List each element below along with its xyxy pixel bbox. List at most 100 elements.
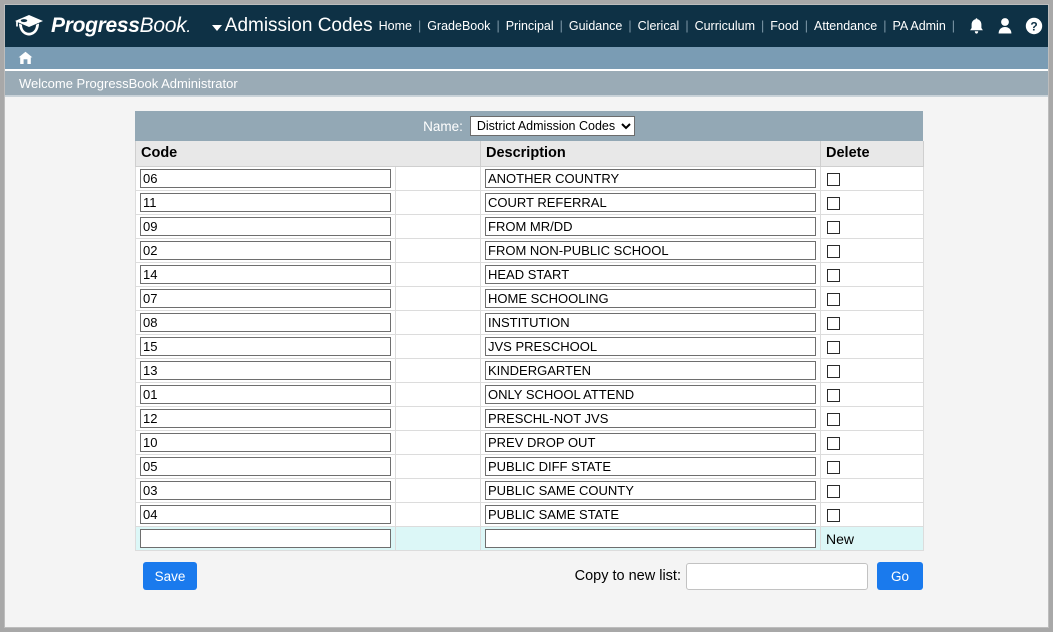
code-input[interactable] xyxy=(140,481,391,500)
admission-codes-table: Code Description Delete New xyxy=(135,141,924,551)
delete-checkbox[interactable] xyxy=(827,197,840,210)
nav-item-gradebook[interactable]: GradeBook xyxy=(421,19,496,33)
cell-delete xyxy=(820,382,924,407)
cell-delete xyxy=(820,334,924,359)
description-input[interactable] xyxy=(485,361,816,380)
nav-item-pa-admin[interactable]: PA Admin xyxy=(887,19,952,33)
delete-checkbox[interactable] xyxy=(827,389,840,402)
code-input[interactable] xyxy=(140,265,391,284)
table-row xyxy=(135,358,924,383)
nav-item-attendance[interactable]: Attendance xyxy=(808,19,883,33)
code-input[interactable] xyxy=(140,385,391,404)
cell-code xyxy=(135,190,396,215)
description-input[interactable] xyxy=(485,433,816,452)
description-input[interactable] xyxy=(485,193,816,212)
cell-spacer xyxy=(395,406,481,431)
cell-description xyxy=(480,334,821,359)
delete-checkbox[interactable] xyxy=(827,413,840,426)
name-select[interactable]: District Admission Codes xyxy=(469,116,635,136)
delete-checkbox[interactable] xyxy=(827,485,840,498)
delete-checkbox[interactable] xyxy=(827,437,840,450)
description-input[interactable] xyxy=(485,505,816,524)
delete-checkbox[interactable] xyxy=(827,293,840,306)
column-header-code: Code xyxy=(135,141,481,167)
cell-spacer xyxy=(395,478,481,503)
delete-checkbox[interactable] xyxy=(827,317,840,330)
brand[interactable]: ProgressBook. xyxy=(14,13,191,40)
nav-item-clerical[interactable]: Clerical xyxy=(632,19,686,33)
code-input[interactable] xyxy=(140,337,391,356)
description-input[interactable] xyxy=(485,169,816,188)
column-header-description: Description xyxy=(480,141,821,167)
delete-checkbox[interactable] xyxy=(827,461,840,474)
bell-icon[interactable] xyxy=(968,17,985,35)
cell-delete xyxy=(820,286,924,311)
delete-checkbox[interactable] xyxy=(827,341,840,354)
brand-wordmark: ProgressBook. xyxy=(51,14,191,38)
table-row xyxy=(135,454,924,479)
table-row xyxy=(135,382,924,407)
cell-delete xyxy=(820,406,924,431)
code-input[interactable] xyxy=(140,193,391,212)
description-input[interactable] xyxy=(485,385,816,404)
cell-code xyxy=(135,406,396,431)
cell-description xyxy=(480,190,821,215)
delete-checkbox[interactable] xyxy=(827,245,840,258)
new-description-input[interactable] xyxy=(485,529,816,548)
save-button[interactable]: Save xyxy=(143,562,197,590)
go-button[interactable]: Go xyxy=(877,562,923,590)
code-input[interactable] xyxy=(140,313,391,332)
delete-checkbox[interactable] xyxy=(827,509,840,522)
description-input[interactable] xyxy=(485,457,816,476)
module-title-menu[interactable]: Admission Codes xyxy=(211,15,373,37)
cell-description xyxy=(480,502,821,527)
user-icon[interactable] xyxy=(997,17,1013,35)
cell-code xyxy=(135,382,396,407)
cell-spacer xyxy=(395,334,481,359)
delete-checkbox[interactable] xyxy=(827,365,840,378)
nav-item-food[interactable]: Food xyxy=(764,19,805,33)
main-nav-menu: Home | GradeBook | Principal | Guidance … xyxy=(373,19,955,33)
home-icon[interactable] xyxy=(18,51,33,65)
delete-checkbox[interactable] xyxy=(827,221,840,234)
cell-code xyxy=(135,502,396,527)
description-input[interactable] xyxy=(485,481,816,500)
description-input[interactable] xyxy=(485,265,816,284)
description-input[interactable] xyxy=(485,241,816,260)
cell-spacer xyxy=(395,382,481,407)
code-input[interactable] xyxy=(140,433,391,452)
cell-description xyxy=(480,454,821,479)
code-input[interactable] xyxy=(140,409,391,428)
cell-description xyxy=(480,526,821,551)
nav-item-home[interactable]: Home xyxy=(373,19,418,33)
delete-checkbox[interactable] xyxy=(827,269,840,282)
nav-item-curriculum[interactable]: Curriculum xyxy=(689,19,761,33)
code-input[interactable] xyxy=(140,361,391,380)
description-input[interactable] xyxy=(485,313,816,332)
help-icon[interactable]: ? xyxy=(1025,17,1043,35)
cell-description xyxy=(480,478,821,503)
nav-item-guidance[interactable]: Guidance xyxy=(563,19,629,33)
description-input[interactable] xyxy=(485,337,816,356)
cell-description xyxy=(480,358,821,383)
code-input[interactable] xyxy=(140,505,391,524)
description-input[interactable] xyxy=(485,289,816,308)
caret-down-icon[interactable] xyxy=(211,24,222,31)
cell-delete xyxy=(820,166,924,191)
code-input[interactable] xyxy=(140,241,391,260)
description-input[interactable] xyxy=(485,409,816,428)
new-code-input[interactable] xyxy=(140,529,391,548)
copy-to-new-list-input[interactable] xyxy=(686,562,868,590)
code-input[interactable] xyxy=(140,169,391,188)
code-input[interactable] xyxy=(140,289,391,308)
cell-spacer xyxy=(395,262,481,287)
code-input[interactable] xyxy=(140,217,391,236)
description-input[interactable] xyxy=(485,217,816,236)
cell-spacer xyxy=(395,502,481,527)
nav-divider: | xyxy=(951,19,956,33)
delete-checkbox[interactable] xyxy=(827,173,840,186)
cell-delete xyxy=(820,214,924,239)
cell-code xyxy=(135,430,396,455)
nav-item-principal[interactable]: Principal xyxy=(500,19,560,33)
code-input[interactable] xyxy=(140,457,391,476)
